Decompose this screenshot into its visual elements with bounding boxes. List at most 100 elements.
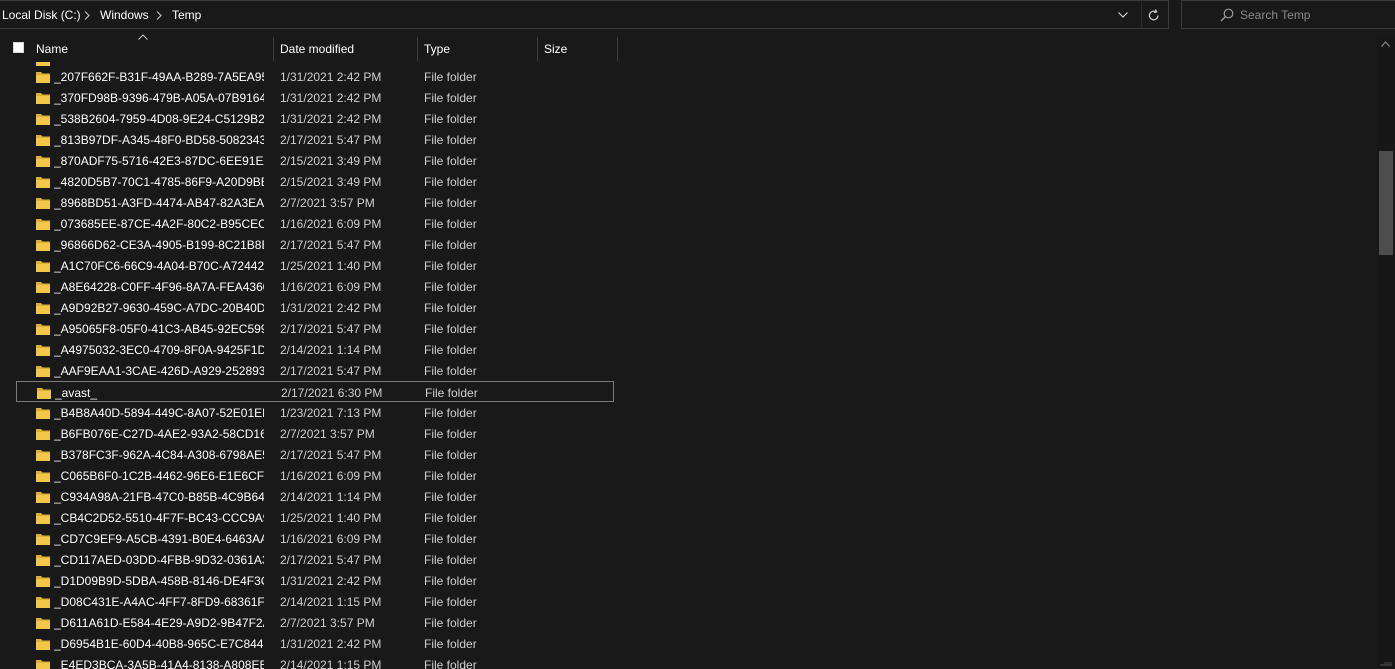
list-item[interactable]: _A1C70FC6-66C9-4A04-B70C-A724424... 1/25/… (16, 255, 614, 276)
select-all-checkbox[interactable] (13, 42, 24, 53)
file-type: File folder (424, 364, 477, 378)
file-name: _D611A61D-E584-4E29-A9D2-9B47F2A... (54, 616, 264, 630)
list-item[interactable]: _A4975032-3EC0-4709-8F0A-9425F1D7... 2/14… (16, 339, 614, 360)
folder-icon (36, 324, 50, 335)
list-item[interactable]: _B6FB076E-C27D-4AE2-93A2-58CD16... 2/7/20… (16, 423, 614, 444)
chevron-right-icon[interactable] (152, 7, 166, 23)
vertical-scrollbar[interactable] (1377, 37, 1395, 669)
list-item[interactable]: _813B97DF-A345-48F0-BD58-50823439... 2/17… (16, 129, 614, 150)
list-item[interactable]: _avast_ 2/17/2021 6:30 PM File folder (16, 381, 614, 402)
date-modified: 1/16/2021 6:09 PM (280, 532, 382, 546)
chevron-right-icon[interactable] (80, 7, 94, 23)
file-name: _B6FB076E-C27D-4AE2-93A2-58CD16... (54, 427, 264, 441)
list-item[interactable]: _C934A98A-21FB-47C0-B85B-4C9B642... 2/14/… (16, 486, 614, 507)
chevron-down-icon[interactable] (1113, 2, 1133, 28)
list-item[interactable]: _CD117AED-03DD-4FBB-9D32-0361A3... 2/17/2… (16, 549, 614, 570)
scroll-thumb[interactable] (1379, 151, 1393, 255)
column-header-size[interactable]: Size (544, 41, 567, 57)
list-item[interactable]: _D611A61D-E584-4E29-A9D2-9B47F2A... 2/7/2… (16, 612, 614, 633)
scroll-up-arrow-icon[interactable] (1381, 41, 1390, 47)
folder-icon (36, 177, 50, 188)
resize-grip-icon[interactable] (1380, 656, 1392, 666)
list-item[interactable]: _A8E64228-C0FF-4F96-8A7A-FEA4360... 1/16/… (16, 276, 614, 297)
folder-icon (36, 555, 50, 566)
list-item[interactable]: _B4B8A40D-5894-449C-8A07-52E01EB... 1/23/… (16, 402, 614, 423)
breadcrumb-local-disk[interactable]: Local Disk (C:) (2, 7, 81, 23)
list-item[interactable]: _538B2604-7959-4D08-9E24-C5129B24... 1/31… (16, 108, 614, 129)
column-divider[interactable] (417, 37, 418, 61)
file-name: _D1D09B9D-5DBA-458B-8146-DE4F3C... (54, 574, 264, 588)
refresh-icon[interactable] (1141, 2, 1166, 28)
list-item[interactable]: _207F662F-B31F-49AA-B289-7A5EA95... 1/31/… (16, 66, 614, 87)
folder-icon (36, 240, 50, 251)
list-item[interactable]: _E4ED3BCA-3A5B-41A4-8138-A808EBF... 2/14/… (16, 654, 614, 669)
breadcrumb-windows[interactable]: Windows (100, 7, 149, 23)
search-input[interactable] (1240, 6, 1390, 24)
breadcrumb-temp[interactable]: Temp (172, 7, 201, 23)
file-name: _D6954B1E-60D4-40B8-965C-E7C8448... (54, 637, 264, 651)
column-header-date-modified[interactable]: Date modified (280, 41, 354, 57)
list-item[interactable]: _D1D09B9D-5DBA-458B-8146-DE4F3C... 1/31/2… (16, 570, 614, 591)
file-type: File folder (425, 386, 478, 400)
file-type: File folder (424, 133, 477, 147)
file-name: _CD117AED-03DD-4FBB-9D32-0361A3... (54, 553, 264, 567)
list-item[interactable]: _8968BD51-A3FD-4474-AB47-82A3EA... 2/7/20… (16, 192, 614, 213)
file-type: File folder (424, 175, 477, 189)
address-bar[interactable]: Local Disk (C:) Windows Temp (0, 0, 1169, 29)
folder-icon (36, 345, 50, 356)
file-type: File folder (424, 196, 477, 210)
column-divider[interactable] (273, 37, 274, 61)
list-item[interactable]: _AAF9EAA1-3CAE-426D-A929-252893... 2/17/2… (16, 360, 614, 381)
file-type: File folder (424, 112, 477, 126)
file-name: _AAF9EAA1-3CAE-426D-A929-252893... (54, 364, 264, 378)
file-name: _B4B8A40D-5894-449C-8A07-52E01EB... (54, 406, 264, 420)
list-item[interactable]: _B378FC3F-962A-4C84-A308-6798AE5... 2/17/… (16, 444, 614, 465)
column-header-type[interactable]: Type (424, 41, 450, 57)
file-list[interactable]: _207F662F-B31F-49AA-B289-7A5EA95... 1/31/… (0, 62, 1377, 669)
file-type: File folder (424, 406, 477, 420)
file-name: _B378FC3F-962A-4C84-A308-6798AE5... (54, 448, 264, 462)
column-header-name[interactable]: Name (36, 41, 68, 57)
file-type: File folder (424, 238, 477, 252)
date-modified: 2/7/2021 3:57 PM (280, 196, 375, 210)
date-modified: 2/17/2021 6:30 PM (281, 386, 383, 400)
date-modified: 2/17/2021 5:47 PM (280, 364, 382, 378)
folder-icon (36, 219, 50, 230)
date-modified: 1/23/2021 7:13 PM (280, 406, 382, 420)
date-modified: 1/31/2021 2:42 PM (280, 574, 382, 588)
list-item[interactable]: _A9D92B27-9630-459C-A7DC-20B40D... 1/31/2… (16, 297, 614, 318)
date-modified: 2/14/2021 1:14 PM (280, 490, 382, 504)
list-item[interactable]: _96866D62-CE3A-4905-B199-8C21B8B... 2/17/… (16, 234, 614, 255)
file-type: File folder (424, 301, 477, 315)
list-item[interactable]: _D08C431E-A4AC-4FF7-8FD9-68361FD... 2/14/… (16, 591, 614, 612)
folder-icon (36, 597, 50, 608)
list-item[interactable]: _C065B6F0-1C2B-4462-96E6-E1E6CF00... 1/16… (16, 465, 614, 486)
list-item[interactable]: _370FD98B-9396-479B-A05A-07B91645... 1/31… (16, 87, 614, 108)
date-modified: 1/16/2021 6:09 PM (280, 280, 382, 294)
file-type: File folder (424, 343, 477, 357)
folder-icon (36, 513, 50, 524)
date-modified: 2/14/2021 1:15 PM (280, 658, 382, 669)
list-item[interactable]: _073685EE-87CE-4A2F-80C2-B95CECF... 1/16/… (16, 213, 614, 234)
file-type: File folder (424, 280, 477, 294)
list-item[interactable]: _870ADF75-5716-42E3-87DC-6EE91EA... 2/15/… (16, 150, 614, 171)
list-item[interactable]: _A95065F8-05F0-41C3-AB45-92EC599... 2/17/… (16, 318, 614, 339)
file-name: _avast_ (55, 386, 98, 400)
file-name: _A1C70FC6-66C9-4A04-B70C-A724424... (54, 259, 264, 273)
date-modified: 1/16/2021 6:09 PM (280, 217, 382, 231)
file-name: _073685EE-87CE-4A2F-80C2-B95CECF... (54, 217, 264, 231)
folder-icon (36, 261, 50, 272)
file-type: File folder (424, 595, 477, 609)
file-name: _870ADF75-5716-42E3-87DC-6EE91EA... (54, 154, 264, 168)
file-type: File folder (424, 637, 477, 651)
column-divider[interactable] (617, 37, 618, 61)
file-type: File folder (424, 469, 477, 483)
date-modified: 2/17/2021 5:47 PM (280, 553, 382, 567)
list-item[interactable]: _CD7C9EF9-A5CB-4391-B0E4-6463AA... 1/16/2… (16, 528, 614, 549)
search-box[interactable] (1181, 0, 1395, 29)
list-item[interactable]: _D6954B1E-60D4-40B8-965C-E7C8448... 1/31/… (16, 633, 614, 654)
column-divider[interactable] (537, 37, 538, 61)
file-name: _A95065F8-05F0-41C3-AB45-92EC599... (54, 322, 264, 336)
list-item[interactable]: _CB4C2D52-5510-4F7F-BC43-CCC9A9... 1/25/2… (16, 507, 614, 528)
list-item[interactable]: _4820D5B7-70C1-4785-86F9-A20D9BB... 2/15/… (16, 171, 614, 192)
